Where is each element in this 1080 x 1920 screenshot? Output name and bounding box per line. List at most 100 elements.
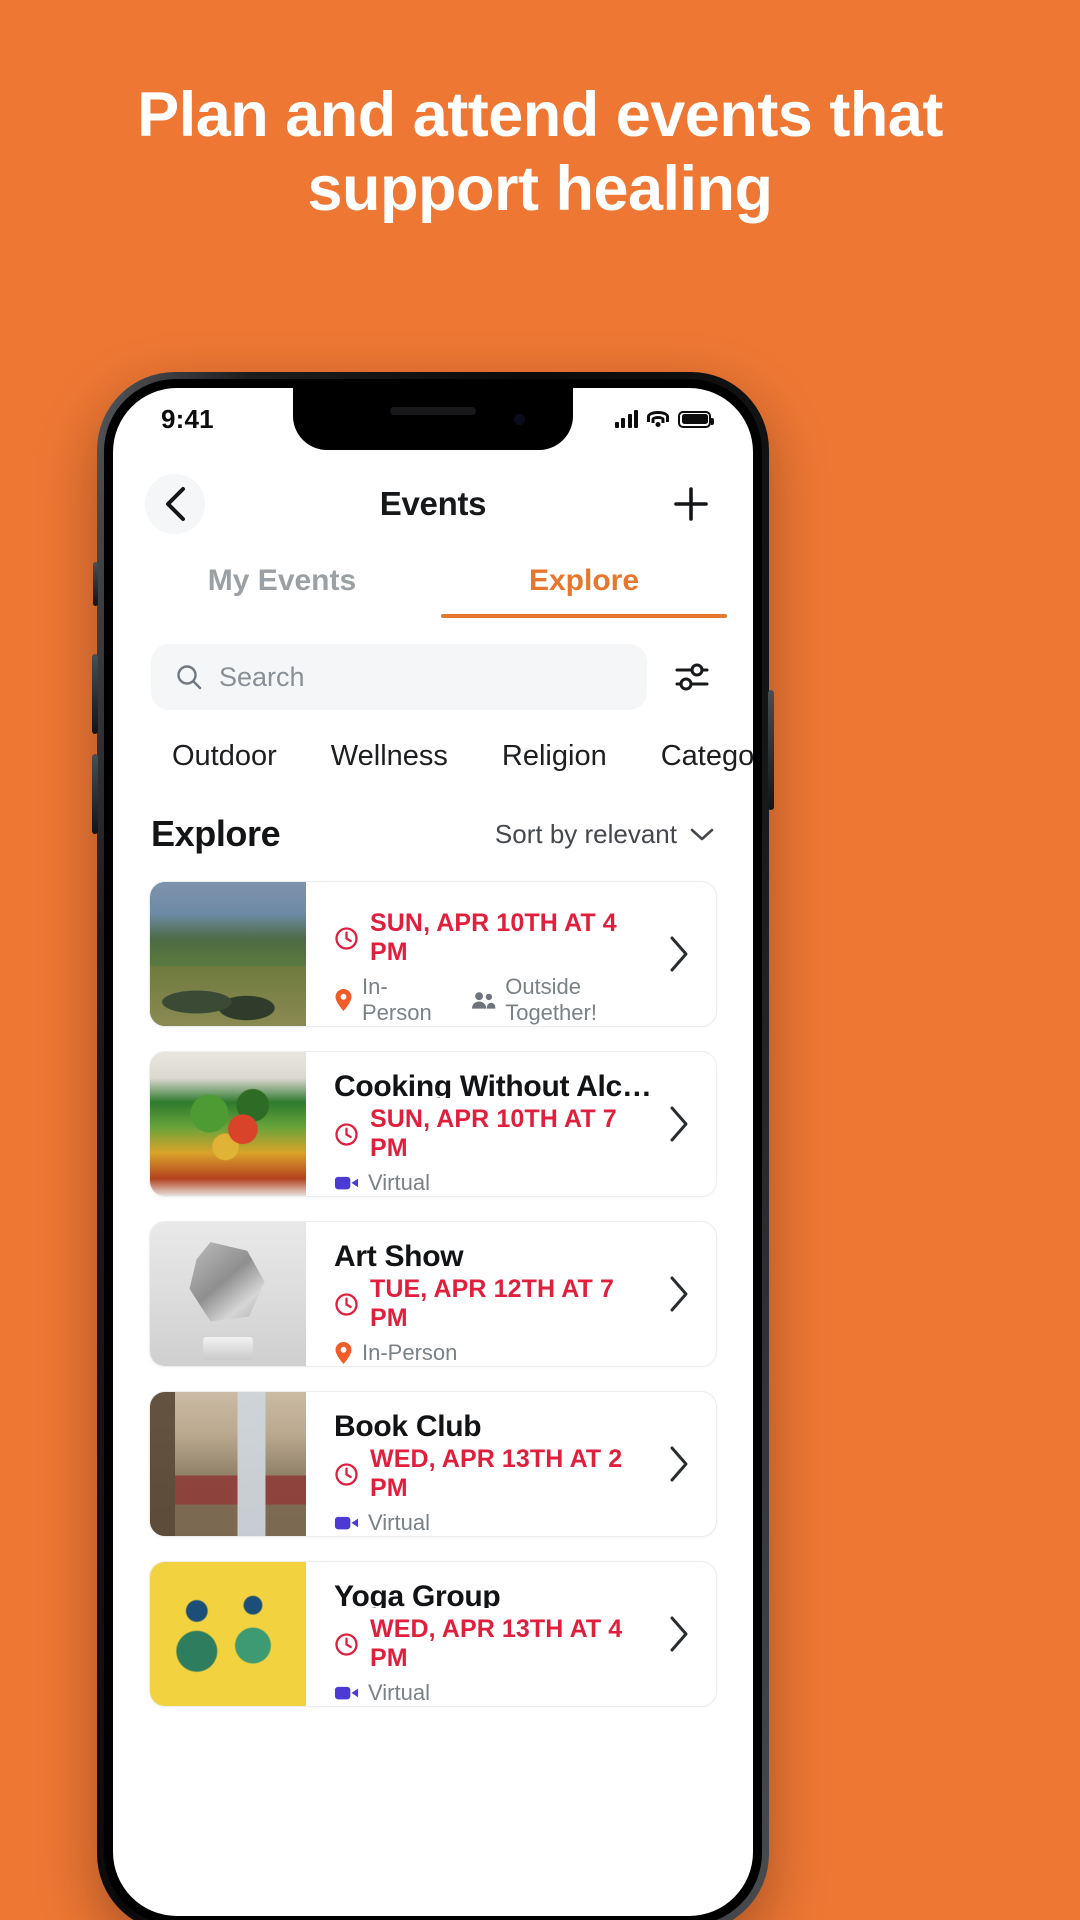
search-icon [177, 665, 202, 690]
event-date-text: TUE, APR 12TH AT 7 PM [370, 1275, 614, 1332]
event-meta: Virtual [334, 1170, 658, 1196]
event-open-chevron[interactable] [668, 1052, 716, 1196]
volume-up-button [92, 654, 98, 734]
mute-switch [93, 562, 98, 606]
filter-button[interactable] [669, 654, 715, 700]
phone-screen: 9:41 Events My Events Explore Search Out… [113, 388, 753, 1916]
location-pin-icon [335, 989, 352, 1011]
event-title: Cooking Without Alcohol [334, 1070, 658, 1098]
search-input[interactable]: Search [151, 644, 647, 710]
event-datetime: SUN, APR 10TH AT 7 PM [334, 1105, 658, 1163]
clock-icon [335, 1632, 358, 1656]
sort-dropdown[interactable]: Sort by relevant [495, 819, 715, 850]
event-format: Virtual [334, 1680, 430, 1706]
chevron-right-icon [670, 1446, 688, 1482]
event-card[interactable]: Art Show TUE, APR 12TH AT 7 PM In-Person [149, 1221, 717, 1367]
event-datetime: WED, APR 13TH AT 4 PM [334, 1615, 658, 1673]
event-details: Art Show TUE, APR 12TH AT 7 PM In-Person [306, 1222, 668, 1366]
event-details: Cooking Without Alcohol SUN, APR 10TH AT… [306, 1052, 668, 1196]
cellular-signal-icon [614, 410, 638, 428]
event-details: 5 Mile Group Hike SUN, APR 10TH AT 4 PM [306, 882, 668, 1026]
tab-my-events[interactable]: My Events [131, 564, 433, 618]
clock-icon [335, 1122, 358, 1146]
chevron-right-icon [670, 1276, 688, 1312]
event-thumbnail [150, 1222, 306, 1366]
sort-label: Sort by relevant [494, 818, 677, 849]
battery-icon [678, 410, 714, 428]
section-title: Explore [151, 813, 281, 854]
event-title: Art Show [334, 1240, 464, 1268]
event-card[interactable]: Yoga Group WED, APR 13TH AT 4 PM Virtual [149, 1561, 717, 1707]
event-format-label: Virtual [368, 1680, 430, 1705]
video-camera-icon [334, 1686, 359, 1700]
front-camera [514, 414, 525, 425]
event-title: Yoga Group [334, 1580, 501, 1608]
event-meta: In-Person [334, 1340, 658, 1366]
filter-chip-wellness[interactable]: Wellness [304, 740, 475, 773]
event-meta: In-Person Outside Together! [334, 974, 658, 1026]
tab-explore[interactable]: Explore [433, 564, 735, 618]
filter-chip-row[interactable]: Outdoor Wellness Religion Category C [113, 710, 753, 773]
status-indicators [614, 410, 714, 428]
chevron-right-icon [670, 936, 688, 972]
event-thumbnail [150, 1562, 306, 1706]
event-group-label: Outside Together! [505, 974, 597, 1025]
event-open-chevron[interactable] [668, 1392, 716, 1536]
clock-icon [335, 926, 358, 950]
search-placeholder: Search [219, 661, 305, 692]
event-format-label: Virtual [368, 1170, 430, 1195]
event-details: Book Club WED, APR 13TH AT 2 PM Virtual [306, 1392, 668, 1536]
filter-chip-category[interactable]: Category [634, 740, 753, 773]
event-format-label: Virtual [368, 1510, 430, 1535]
event-date-text: WED, APR 13TH AT 2 PM [370, 1445, 623, 1502]
event-card[interactable]: Book Club WED, APR 13TH AT 2 PM Virtual [149, 1391, 717, 1537]
event-meta: Virtual [334, 1510, 658, 1536]
event-title: 5 Mile Group Hike [334, 900, 658, 902]
page-title: Events [379, 485, 487, 522]
event-card[interactable]: 5 Mile Group Hike SUN, APR 10TH AT 4 PM [149, 881, 717, 1027]
event-thumbnail [150, 882, 306, 1026]
event-date-text: SUN, APR 10TH AT 7 PM [370, 1105, 617, 1162]
event-location-label: In-Person [362, 1340, 458, 1365]
event-card[interactable]: Cooking Without Alcohol SUN, APR 10TH AT… [149, 1051, 717, 1197]
filter-chip-outdoor[interactable]: Outdoor [145, 740, 304, 773]
event-format: Virtual [334, 1510, 430, 1536]
event-datetime: SUN, APR 10TH AT 4 PM [334, 909, 658, 967]
event-open-chevron[interactable] [668, 1222, 716, 1366]
chevron-right-icon [670, 1616, 688, 1652]
event-list: 5 Mile Group Hike SUN, APR 10TH AT 4 PM [113, 855, 753, 1707]
event-open-chevron[interactable] [668, 882, 716, 1026]
section-header: Explore Sort by relevant [113, 773, 753, 855]
event-format: Virtual [334, 1170, 430, 1196]
event-datetime: WED, APR 13TH AT 2 PM [334, 1445, 658, 1503]
phone-frame: 9:41 Events My Events Explore Search Out… [92, 372, 774, 1920]
volume-down-button [92, 754, 98, 834]
chevron-down-icon [690, 828, 714, 841]
nav-bar: Events [113, 468, 753, 540]
event-location: In-Person [334, 974, 445, 1026]
clock-icon [335, 1292, 358, 1316]
event-thumbnail [150, 1392, 306, 1536]
event-group: Outside Together! [471, 974, 658, 1026]
filter-chip-religion[interactable]: Religion [475, 740, 634, 773]
event-meta: Virtual [334, 1680, 658, 1706]
notch [293, 388, 573, 450]
event-location-label: In-Person [362, 974, 432, 1025]
event-date-text: SUN, APR 10TH AT 4 PM [370, 909, 617, 966]
wifi-icon [647, 410, 669, 428]
chevron-right-icon [670, 1106, 688, 1142]
event-date-text: WED, APR 13TH AT 4 PM [370, 1615, 623, 1672]
people-icon [472, 992, 496, 1009]
event-open-chevron[interactable] [668, 1562, 716, 1706]
event-title: Book Club [334, 1410, 482, 1438]
tab-bar: My Events Explore [113, 564, 753, 618]
event-location: In-Person [334, 1340, 457, 1366]
location-pin-icon [335, 1342, 352, 1364]
status-time: 9:41 [161, 403, 214, 434]
event-thumbnail [150, 1052, 306, 1196]
promo-headline: Plan and attend events that support heal… [137, 80, 943, 224]
event-details: Yoga Group WED, APR 13TH AT 4 PM Virtual [306, 1562, 668, 1706]
video-camera-icon [334, 1516, 359, 1530]
event-datetime: TUE, APR 12TH AT 7 PM [334, 1275, 658, 1333]
power-button [768, 690, 774, 810]
